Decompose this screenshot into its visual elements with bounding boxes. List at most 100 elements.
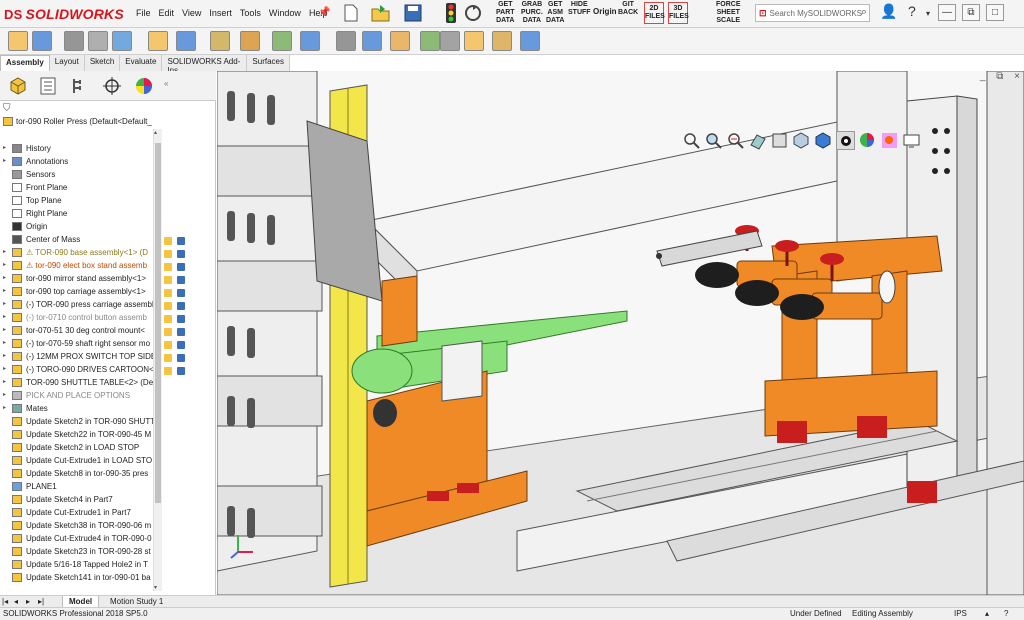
- tree-item[interactable]: Update Sketch22 in TOR-090-45 M: [0, 428, 162, 441]
- display-state-icon[interactable]: [164, 354, 172, 362]
- rebuild-icon[interactable]: [462, 2, 484, 24]
- feature-manager-tab[interactable]: [4, 74, 32, 98]
- mate-icon[interactable]: [32, 31, 52, 51]
- tree-item[interactable]: ▸ (-) TORO-090 DRIVES CARTOON<1: [0, 363, 162, 376]
- expand-icon[interactable]: ▸: [3, 155, 6, 168]
- view-orientation-icon[interactable]: [792, 131, 811, 150]
- expand-icon[interactable]: ▸: [3, 298, 6, 311]
- new-motion-study-icon[interactable]: [300, 31, 320, 51]
- tree-item[interactable]: Center of Mass: [0, 233, 162, 246]
- tree-item[interactable]: Top Plane: [0, 194, 162, 207]
- graphics-viewport[interactable]: _ ⧉ ×: [217, 71, 1024, 595]
- expand-icon[interactable]: ▸: [3, 142, 6, 155]
- scroll-down-icon[interactable]: ▾: [154, 584, 157, 591]
- tree-item[interactable]: ▸ tor-070-51 30 deg control mount<: [0, 324, 162, 337]
- tab-evaluate[interactable]: Evaluate: [120, 55, 163, 71]
- appearance-icon[interactable]: [177, 302, 185, 310]
- tree-item[interactable]: ▸ tor-090 top carriage assembly<1>: [0, 285, 162, 298]
- exploded-view-icon[interactable]: [362, 31, 382, 51]
- appearance-icon[interactable]: [177, 367, 185, 375]
- tree-item[interactable]: Sensors: [0, 168, 162, 181]
- status-help-icon[interactable]: ?: [1004, 608, 1008, 620]
- minimize-button[interactable]: —: [938, 4, 956, 21]
- tree-item[interactable]: Update Sketch2 in LOAD STOP: [0, 441, 162, 454]
- display-manager-tab[interactable]: [130, 74, 158, 98]
- display-state-icon[interactable]: [164, 315, 172, 323]
- display-state-icon[interactable]: [164, 302, 172, 310]
- tree-item[interactable]: ▸ tor-090 mirror stand assembly<1>: [0, 272, 162, 285]
- solidworks-logo[interactable]: DS SOLIDWORKS: [4, 4, 124, 24]
- expand-icon[interactable]: ▸: [3, 363, 6, 376]
- expand-icon[interactable]: ▸: [3, 259, 6, 272]
- viewport-minimize-icon[interactable]: _: [980, 71, 986, 82]
- appearance-icon[interactable]: [177, 289, 185, 297]
- reference-geometry-icon[interactable]: [272, 31, 292, 51]
- display-state-icon[interactable]: [164, 367, 172, 375]
- assembly-features-icon[interactable]: [240, 31, 260, 51]
- tree-scrollbar[interactable]: ▴ ▾: [153, 129, 162, 591]
- tree-item[interactable]: Front Plane: [0, 181, 162, 194]
- tree-item[interactable]: Origin: [0, 220, 162, 233]
- menu-view[interactable]: View: [178, 8, 205, 18]
- display-state-icon[interactable]: [164, 237, 172, 245]
- display-state-icon[interactable]: [164, 276, 172, 284]
- bill-of-materials-icon[interactable]: [336, 31, 356, 51]
- pin-icon[interactable]: 📌: [318, 7, 330, 18]
- tree-item[interactable]: ▸ (-) tor-0710 control button assemb: [0, 311, 162, 324]
- tab-surfaces[interactable]: Surfaces: [247, 55, 290, 71]
- dynamic-annotation-icon[interactable]: [770, 131, 789, 150]
- tab-assembly[interactable]: Assembly: [0, 55, 50, 71]
- dimxpert-manager-tab[interactable]: [98, 74, 126, 98]
- tool-3d-files[interactable]: 3D FILES: [668, 2, 689, 24]
- tab-scroll-first-icon[interactable]: |◂: [2, 596, 8, 607]
- tree-item[interactable]: Update Sketch141 in tor-090-01 ba: [0, 571, 162, 584]
- display-state-icon[interactable]: [164, 289, 172, 297]
- tree-item[interactable]: ▸ ⚠ TOR-090 base assembly<1> (D: [0, 246, 162, 259]
- tree-item[interactable]: Update Sketch38 in TOR-090-06 m: [0, 519, 162, 532]
- tree-item[interactable]: Update Cut-Extrude1 in Part7: [0, 506, 162, 519]
- property-manager-tab[interactable]: [34, 74, 62, 98]
- search-input[interactable]: Search MySOLIDWORKS: [770, 9, 862, 18]
- tree-item[interactable]: ▸ History: [0, 142, 162, 155]
- menu-insert[interactable]: Insert: [205, 8, 236, 18]
- tool-2d-files[interactable]: 2D FILES: [644, 2, 665, 24]
- zoom-to-fit-icon[interactable]: [682, 131, 701, 150]
- expand-icon[interactable]: ▸: [3, 324, 6, 337]
- user-icon[interactable]: 👤: [880, 3, 897, 20]
- tree-item[interactable]: Update Sketch4 in Part7: [0, 493, 162, 506]
- move-component-icon[interactable]: [176, 31, 196, 51]
- update-speedpak-icon[interactable]: [440, 31, 460, 51]
- tab-scroll-last-icon[interactable]: ▸|: [38, 596, 44, 607]
- tree-item[interactable]: Update Sketch23 in TOR-090-28 st: [0, 545, 162, 558]
- tab-layout[interactable]: Layout: [50, 55, 85, 71]
- display-state-icon[interactable]: [164, 250, 172, 258]
- tree-item[interactable]: ▸ PICK AND PLACE OPTIONS: [0, 389, 162, 402]
- explode-line-sketch-icon[interactable]: [390, 31, 410, 51]
- restore-button[interactable]: ⧉: [962, 4, 980, 21]
- large-assembly-icon[interactable]: [492, 31, 512, 51]
- tree-item[interactable]: Update Sketch2 in TOR-090 SHUTT: [0, 415, 162, 428]
- expand-icon[interactable]: ▸: [3, 285, 6, 298]
- help-dropdown-icon[interactable]: ▾: [926, 9, 930, 18]
- linear-pattern-icon[interactable]: [112, 31, 132, 51]
- tree-item[interactable]: Right Plane: [0, 207, 162, 220]
- tree-item[interactable]: Update Cut-Extrude4 in TOR-090-0: [0, 532, 162, 545]
- configuration-manager-tab[interactable]: [66, 74, 94, 98]
- filter-icon[interactable]: ⛉: [3, 103, 11, 114]
- appearance-icon[interactable]: [177, 237, 185, 245]
- tree-item[interactable]: tor-090 Roller Press (Default<Default_: [0, 115, 162, 128]
- search-icon[interactable]: ⌕: [861, 6, 867, 19]
- tree-item[interactable]: ▸ (-) tor-070-59 shaft right sensor mo: [0, 337, 162, 350]
- custom-tool-5[interactable]: GIT BACK: [618, 1, 638, 17]
- tool-force-sheet-scale[interactable]: FORCE SHEET SCALE: [716, 1, 741, 25]
- tree-item[interactable]: Update Sketch8 in tor-090-35 pres: [0, 467, 162, 480]
- status-units-dropdown-icon[interactable]: ▴: [985, 608, 989, 620]
- hide-show-items-icon[interactable]: [836, 130, 855, 150]
- viewport-close-icon[interactable]: ×: [1014, 71, 1020, 82]
- interference-icon[interactable]: [520, 31, 540, 51]
- tree-item[interactable]: ▸ Annotations: [0, 155, 162, 168]
- appearance-icon[interactable]: [177, 341, 185, 349]
- edit-appearance-icon[interactable]: [858, 131, 877, 150]
- tree-item[interactable]: ▸ ⚠ tor-090 elect box stand assemb: [0, 259, 162, 272]
- menu-file[interactable]: File: [132, 8, 155, 18]
